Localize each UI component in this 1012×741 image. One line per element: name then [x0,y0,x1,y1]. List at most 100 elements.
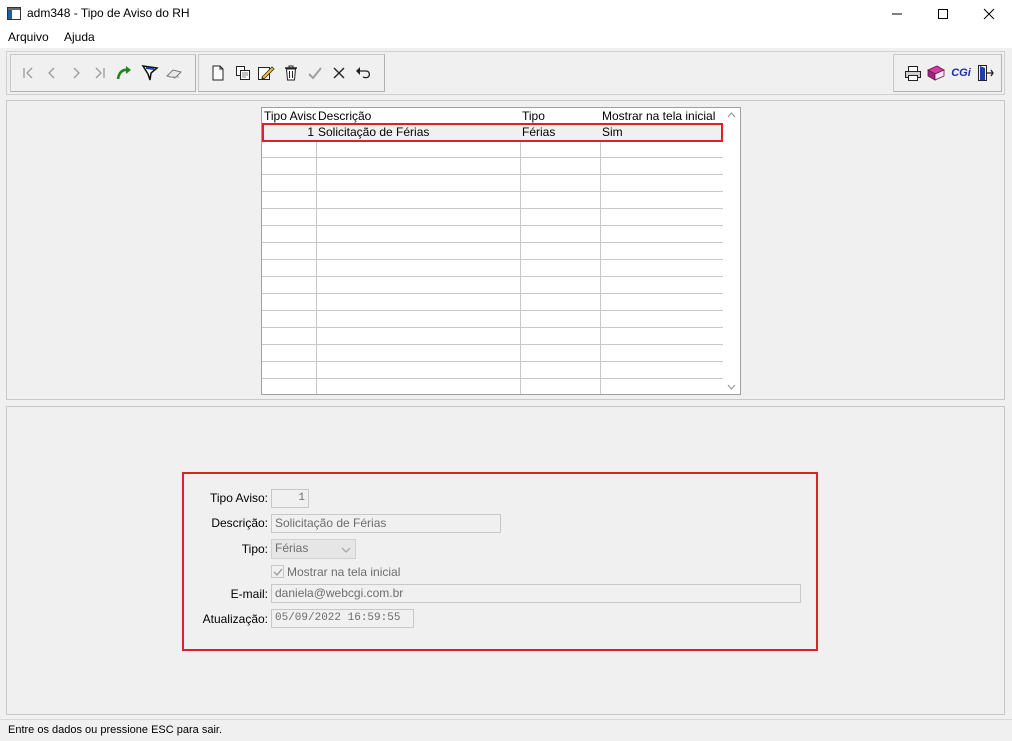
grid-empty-cell[interactable] [316,175,521,192]
email-label: E-mail: [230,587,268,601]
grid-empty-cell[interactable] [520,141,601,158]
minimize-button[interactable] [874,0,920,28]
grid-empty-cell[interactable] [262,192,317,209]
grid-empty-cell[interactable] [600,311,724,328]
print-button[interactable] [902,62,924,84]
next-record-button[interactable] [65,62,87,84]
grid-empty-cell[interactable] [262,362,317,379]
grid-empty-cell[interactable] [316,311,521,328]
grid-header-col-tipo-aviso[interactable]: Tipo Aviso [262,108,317,124]
grid-empty-cell[interactable] [520,260,601,277]
grid-empty-cell[interactable] [600,294,724,311]
clear-filter-button[interactable] [163,62,185,84]
grid-empty-cell[interactable] [262,226,317,243]
grid-empty-cell[interactable] [316,362,521,379]
grid-empty-cell[interactable] [316,226,521,243]
grid-empty-cell[interactable] [520,379,601,394]
grid-empty-cell[interactable] [316,260,521,277]
grid-empty-cell[interactable] [600,192,724,209]
tipo-select[interactable]: Férias [271,539,356,559]
help-book-button[interactable] [925,62,947,84]
goto-button[interactable] [113,62,135,84]
grid-empty-cell[interactable] [262,141,317,158]
grid-empty-cell[interactable] [520,294,601,311]
grid-empty-cell[interactable] [262,277,317,294]
undo-button[interactable] [352,62,374,84]
tipo-aviso-field[interactable]: 1 [271,489,309,508]
grid-empty-cell[interactable] [316,277,521,294]
grid-empty-cell[interactable] [600,328,724,345]
grid-empty-cell[interactable] [262,311,317,328]
grid-empty-cell[interactable] [316,141,521,158]
grid-empty-cell[interactable] [262,158,317,175]
grid-header-col-descricao[interactable]: Descrição [316,108,521,124]
last-record-icon [95,67,105,79]
title-bar: adm348 - Tipo de Aviso do RH [0,0,1012,28]
grid-empty-cell[interactable] [520,311,601,328]
exit-button[interactable] [974,62,996,84]
grid-header-col-tipo[interactable]: Tipo [520,108,601,124]
grid-empty-cell[interactable] [262,379,317,394]
grid-empty-cell[interactable] [316,192,521,209]
previous-record-button[interactable] [41,62,63,84]
close-button[interactable] [966,0,1012,28]
email-field[interactable]: daniela@webcgi.com.br [271,584,801,603]
grid-scrollbar[interactable] [723,108,740,394]
grid-empty-cell[interactable] [600,226,724,243]
grid-header-col-mostrar[interactable]: Mostrar na tela inicial [600,108,724,124]
filter-button[interactable] [139,62,161,84]
grid-empty-cell[interactable] [262,260,317,277]
cancel-button[interactable] [328,62,350,84]
grid-empty-cell[interactable] [316,243,521,260]
grid-empty-cell[interactable] [600,277,724,294]
grid-empty-cell[interactable] [520,328,601,345]
grid-empty-cell[interactable] [520,158,601,175]
grid-empty-cell[interactable] [600,141,724,158]
grid-empty-cell[interactable] [316,294,521,311]
grid-empty-cell[interactable] [316,345,521,362]
grid-empty-cell[interactable] [600,209,724,226]
grid-empty-cell[interactable] [316,158,521,175]
cgi-logo-button[interactable]: CGi [948,62,974,84]
app-icon [7,7,21,20]
grid-empty-cell[interactable] [520,192,601,209]
grid-empty-cell[interactable] [316,328,521,345]
grid-empty-cell[interactable] [600,379,724,394]
grid-empty-cell[interactable] [262,345,317,362]
records-grid[interactable]: Tipo Aviso Descrição Tipo Mostrar na tela i… [261,107,741,395]
mostrar-checkbox[interactable] [271,565,284,578]
grid-empty-cell[interactable] [600,175,724,192]
grid-empty-cell[interactable] [520,175,601,192]
atualizacao-field[interactable]: 05/09/2022 16:59:55 [271,609,414,628]
grid-empty-cell[interactable] [600,362,724,379]
menu-ajuda[interactable]: Ajuda [60,29,99,45]
grid-empty-cell[interactable] [262,294,317,311]
grid-empty-cell[interactable] [520,345,601,362]
grid-empty-cell[interactable] [262,209,317,226]
grid-empty-cell[interactable] [600,345,724,362]
maximize-button[interactable] [920,0,966,28]
grid-empty-cell[interactable] [520,226,601,243]
first-record-button[interactable] [17,62,39,84]
menu-arquivo[interactable]: Arquivo [4,29,53,45]
grid-empty-cell[interactable] [520,362,601,379]
confirm-button[interactable] [304,62,326,84]
grid-empty-cell[interactable] [262,175,317,192]
grid-empty-cell[interactable] [600,243,724,260]
grid-empty-cell[interactable] [520,209,601,226]
grid-empty-cell[interactable] [316,209,521,226]
grid-empty-cell[interactable] [262,243,317,260]
grid-empty-cell[interactable] [262,328,317,345]
descricao-label: Descrição: [211,516,268,530]
grid-empty-cell[interactable] [520,277,601,294]
delete-record-button[interactable] [280,62,302,84]
descricao-field[interactable]: Solicitação de Férias [271,514,501,533]
grid-empty-cell[interactable] [600,260,724,277]
edit-record-button[interactable] [255,62,277,84]
new-record-button[interactable] [207,62,229,84]
copy-record-button[interactable] [232,62,254,84]
grid-empty-cell[interactable] [600,158,724,175]
grid-empty-cell[interactable] [520,243,601,260]
last-record-button[interactable] [89,62,111,84]
grid-empty-cell[interactable] [316,379,521,394]
